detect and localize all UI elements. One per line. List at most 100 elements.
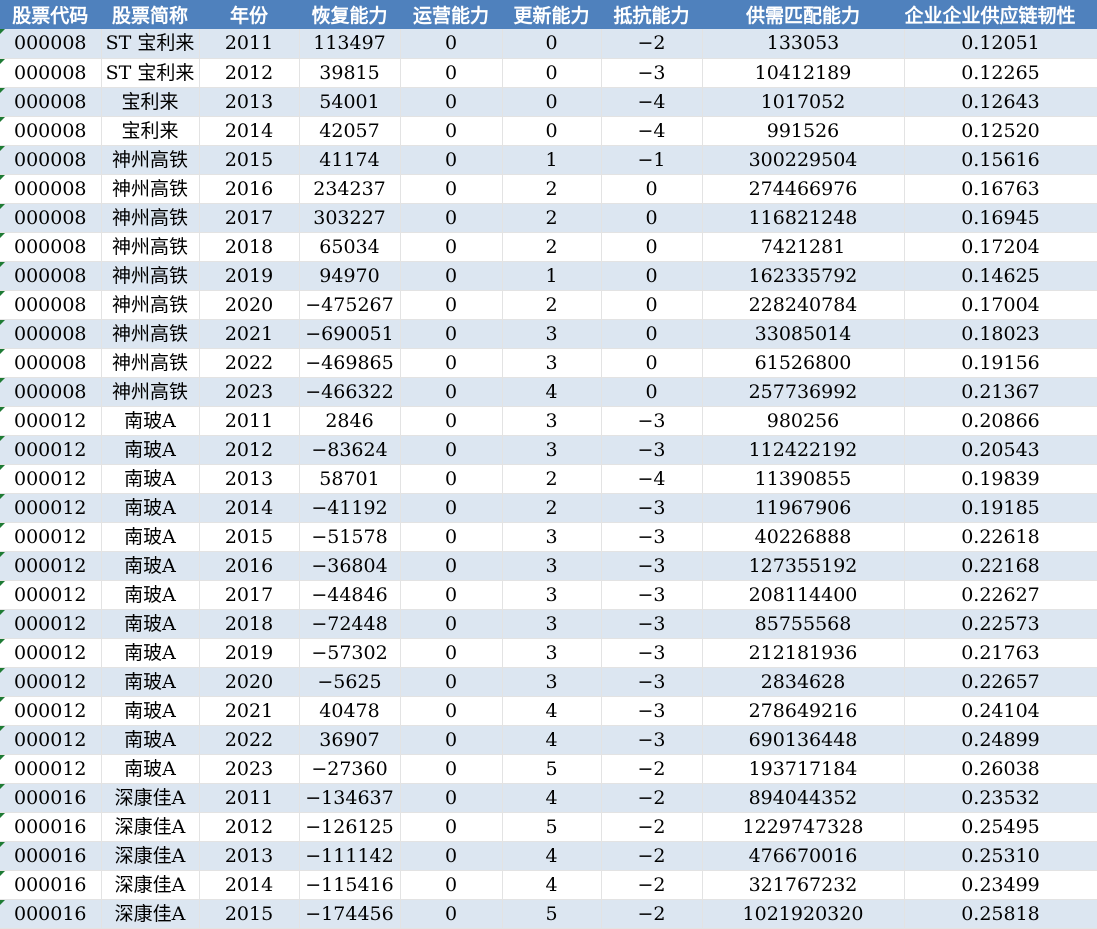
cell-operation[interactable]: 0 <box>400 58 503 88</box>
cell-stock-name[interactable]: 神州高铁 <box>101 290 200 320</box>
cell-supply-demand[interactable]: 162335792 <box>702 261 905 291</box>
cell-resistance[interactable]: −3 <box>601 725 703 755</box>
cell-operation[interactable]: 0 <box>400 261 503 291</box>
cell-resistance[interactable]: 0 <box>601 290 703 320</box>
cell-recovery[interactable]: −83624 <box>299 435 401 465</box>
cell-stock-name[interactable]: ST 宝利来 <box>101 29 200 59</box>
cell-resistance[interactable]: −2 <box>601 870 703 900</box>
cell-operation[interactable]: 0 <box>400 406 503 436</box>
cell-recovery[interactable]: 113497 <box>299 29 401 59</box>
cell-operation[interactable]: 0 <box>400 29 503 59</box>
cell-year[interactable]: 2020 <box>199 667 300 697</box>
cell-recovery[interactable]: 40478 <box>299 696 401 726</box>
cell-resilience[interactable]: 0.18023 <box>904 319 1097 349</box>
cell-resilience[interactable]: 0.19156 <box>904 348 1097 378</box>
cell-renewal[interactable]: 3 <box>502 348 602 378</box>
cell-stock-code[interactable]: 000016 <box>0 899 102 929</box>
cell-operation[interactable]: 0 <box>400 203 503 233</box>
cell-renewal[interactable]: 0 <box>502 58 602 88</box>
header-operation[interactable]: 运营能力 <box>400 0 503 29</box>
cell-resilience[interactable]: 0.22168 <box>904 551 1097 581</box>
cell-operation[interactable]: 0 <box>400 174 503 204</box>
cell-supply-demand[interactable]: 274466976 <box>702 174 905 204</box>
cell-recovery[interactable]: −475267 <box>299 290 401 320</box>
cell-stock-name[interactable]: 神州高铁 <box>101 319 200 349</box>
cell-operation[interactable]: 0 <box>400 493 503 523</box>
cell-supply-demand[interactable]: 991526 <box>702 116 905 146</box>
cell-operation[interactable]: 0 <box>400 841 503 871</box>
cell-stock-name[interactable]: 南玻A <box>101 580 200 610</box>
cell-year[interactable]: 2013 <box>199 841 300 871</box>
cell-supply-demand[interactable]: 193717184 <box>702 754 905 784</box>
cell-recovery[interactable]: −111142 <box>299 841 401 871</box>
cell-year[interactable]: 2012 <box>199 435 300 465</box>
cell-resilience[interactable]: 0.20866 <box>904 406 1097 436</box>
cell-year[interactable]: 2014 <box>199 493 300 523</box>
cell-resilience[interactable]: 0.23532 <box>904 783 1097 813</box>
cell-renewal[interactable]: 3 <box>502 406 602 436</box>
cell-supply-demand[interactable]: 11390855 <box>702 464 905 494</box>
cell-stock-code[interactable]: 000008 <box>0 29 102 59</box>
cell-resistance[interactable]: −4 <box>601 87 703 117</box>
cell-resilience[interactable]: 0.26038 <box>904 754 1097 784</box>
cell-year[interactable]: 2015 <box>199 145 300 175</box>
cell-year[interactable]: 2019 <box>199 638 300 668</box>
cell-recovery[interactable]: −5625 <box>299 667 401 697</box>
cell-recovery[interactable]: 58701 <box>299 464 401 494</box>
cell-supply-demand[interactable]: 208114400 <box>702 580 905 610</box>
cell-resilience[interactable]: 0.21763 <box>904 638 1097 668</box>
cell-stock-name[interactable]: 南玻A <box>101 725 200 755</box>
cell-stock-code[interactable]: 000012 <box>0 406 102 436</box>
cell-year[interactable]: 2023 <box>199 377 300 407</box>
cell-stock-name[interactable]: 深康佳A <box>101 783 200 813</box>
cell-supply-demand[interactable]: 257736992 <box>702 377 905 407</box>
cell-stock-name[interactable]: 神州高铁 <box>101 348 200 378</box>
cell-stock-code[interactable]: 000012 <box>0 493 102 523</box>
cell-resilience[interactable]: 0.14625 <box>904 261 1097 291</box>
cell-stock-name[interactable]: 深康佳A <box>101 812 200 842</box>
cell-stock-name[interactable]: 神州高铁 <box>101 174 200 204</box>
cell-recovery[interactable]: −44846 <box>299 580 401 610</box>
cell-stock-name[interactable]: 南玻A <box>101 609 200 639</box>
cell-supply-demand[interactable]: 112422192 <box>702 435 905 465</box>
cell-recovery[interactable]: 41174 <box>299 145 401 175</box>
cell-stock-code[interactable]: 000008 <box>0 232 102 262</box>
cell-recovery[interactable]: −72448 <box>299 609 401 639</box>
cell-resistance[interactable]: −3 <box>601 580 703 610</box>
cell-renewal[interactable]: 4 <box>502 696 602 726</box>
cell-year[interactable]: 2017 <box>199 203 300 233</box>
cell-stock-name[interactable]: 神州高铁 <box>101 203 200 233</box>
cell-year[interactable]: 2020 <box>199 290 300 320</box>
cell-resistance[interactable]: −2 <box>601 812 703 842</box>
cell-year[interactable]: 2011 <box>199 406 300 436</box>
cell-operation[interactable]: 0 <box>400 783 503 813</box>
cell-stock-name[interactable]: 南玻A <box>101 667 200 697</box>
cell-year[interactable]: 2013 <box>199 87 300 117</box>
cell-operation[interactable]: 0 <box>400 667 503 697</box>
cell-operation[interactable]: 0 <box>400 725 503 755</box>
cell-stock-name[interactable]: 南玻A <box>101 493 200 523</box>
cell-stock-code[interactable]: 000008 <box>0 174 102 204</box>
cell-stock-code[interactable]: 000012 <box>0 435 102 465</box>
cell-resilience[interactable]: 0.25495 <box>904 812 1097 842</box>
cell-recovery[interactable]: −126125 <box>299 812 401 842</box>
cell-year[interactable]: 2012 <box>199 58 300 88</box>
cell-stock-name[interactable]: ST 宝利来 <box>101 58 200 88</box>
cell-resistance[interactable]: −3 <box>601 551 703 581</box>
cell-resistance[interactable]: −2 <box>601 899 703 929</box>
cell-renewal[interactable]: 3 <box>502 638 602 668</box>
cell-stock-code[interactable]: 000008 <box>0 116 102 146</box>
cell-supply-demand[interactable]: 476670016 <box>702 841 905 871</box>
cell-year[interactable]: 2022 <box>199 348 300 378</box>
cell-year[interactable]: 2014 <box>199 870 300 900</box>
cell-resistance[interactable]: −4 <box>601 116 703 146</box>
cell-renewal[interactable]: 5 <box>502 812 602 842</box>
cell-recovery[interactable]: 303227 <box>299 203 401 233</box>
cell-resilience[interactable]: 0.16763 <box>904 174 1097 204</box>
cell-stock-code[interactable]: 000008 <box>0 58 102 88</box>
cell-supply-demand[interactable]: 980256 <box>702 406 905 436</box>
cell-renewal[interactable]: 5 <box>502 899 602 929</box>
cell-recovery[interactable]: −36804 <box>299 551 401 581</box>
cell-year[interactable]: 2017 <box>199 580 300 610</box>
cell-recovery[interactable]: −27360 <box>299 754 401 784</box>
